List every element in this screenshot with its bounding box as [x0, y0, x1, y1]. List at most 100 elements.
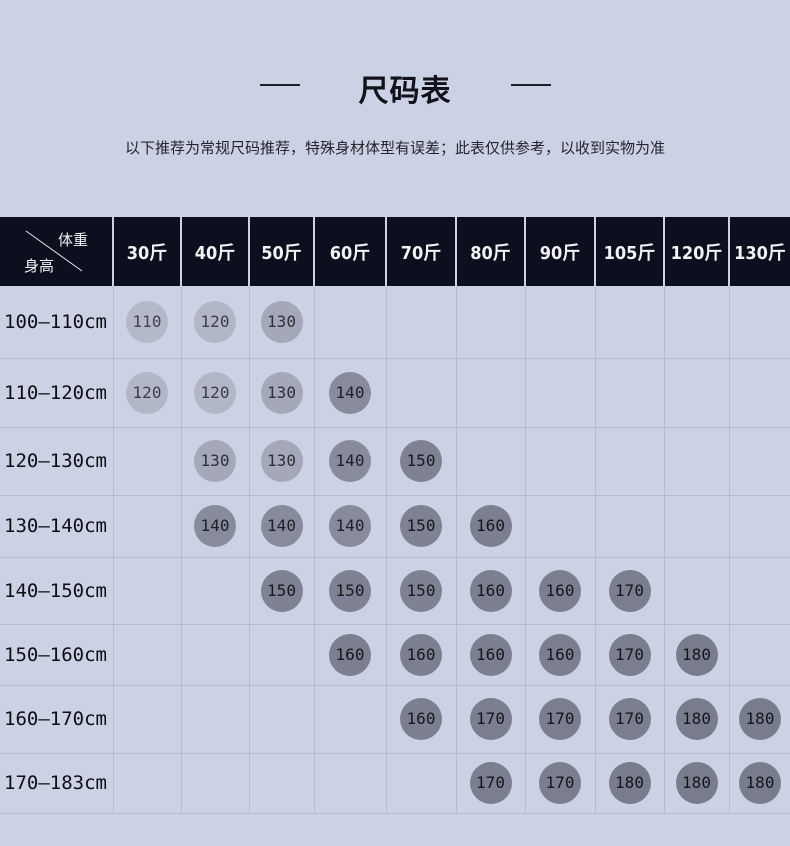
- height-range-label: 130—140cm: [0, 495, 114, 558]
- size-cell: 160: [456, 495, 526, 558]
- size-cell: [314, 286, 387, 359]
- size-badge: 160: [469, 569, 512, 612]
- table-row: 120—130cm 130 130 140 150: [0, 427, 790, 496]
- weight-header-3: 60斤: [314, 217, 387, 286]
- size-cell: 180: [595, 753, 665, 814]
- size-cell: [729, 495, 790, 558]
- size-cell: [181, 624, 250, 686]
- size-cell: [664, 286, 730, 359]
- height-axis-label: 身高: [24, 257, 55, 275]
- height-range-label: 100—110cm: [0, 286, 114, 359]
- size-badge: 170: [608, 698, 651, 740]
- size-badge: 170: [539, 762, 581, 804]
- size-cell: 160: [314, 624, 387, 686]
- weight-header-9: 130斤: [729, 217, 790, 286]
- size-cell: 130: [181, 427, 250, 496]
- size-cell: [249, 624, 315, 686]
- size-cell: [525, 358, 596, 428]
- weight-header-8: 120斤: [664, 217, 730, 286]
- size-cell: [113, 753, 182, 814]
- size-cell: 120: [113, 358, 182, 428]
- size-badge: 180: [675, 762, 718, 804]
- size-badge: 170: [469, 762, 512, 804]
- height-range-label: 150—160cm: [0, 624, 114, 686]
- size-cell: 140: [314, 495, 387, 558]
- size-cell: 180: [664, 685, 730, 754]
- size-badge: 170: [608, 633, 651, 676]
- corner-header: 体重 身高: [0, 217, 114, 286]
- size-cell: [729, 358, 790, 428]
- size-cell: 110: [113, 286, 182, 359]
- table-row: 150—160cm 160 160 160 160 170 180: [0, 624, 790, 686]
- size-badge: 140: [260, 505, 303, 547]
- size-cell: [181, 557, 250, 625]
- size-badge: 140: [329, 440, 371, 482]
- weight-axis-label: 体重: [57, 231, 88, 249]
- header-row: 体重 身高 30斤 40斤 50斤 60斤 70斤 80斤 90斤 105斤 120斤 130斤: [0, 217, 790, 286]
- size-badge: 170: [539, 698, 581, 740]
- size-badge: 180: [739, 698, 781, 740]
- size-cell: 170: [456, 685, 526, 754]
- weight-header-2: 50斤: [249, 217, 315, 286]
- size-cell: [113, 427, 182, 496]
- size-cell: 170: [595, 557, 665, 625]
- size-cell: [729, 286, 790, 359]
- size-cell: 120: [181, 286, 250, 359]
- height-range-label: 140—150cm: [0, 557, 114, 625]
- size-badge: 110: [126, 300, 168, 343]
- weight-header-6: 90斤: [525, 217, 596, 286]
- size-badge: 180: [608, 762, 651, 804]
- size-cell: 120: [181, 358, 250, 428]
- weight-header-1: 40斤: [181, 217, 250, 286]
- size-cell: [664, 358, 730, 428]
- size-cell: 170: [595, 685, 665, 754]
- size-cell: [664, 557, 730, 625]
- size-badge: 130: [260, 371, 303, 414]
- size-cell: [595, 495, 665, 558]
- size-badge: 150: [400, 569, 442, 612]
- page-title: 尺码表: [358, 74, 452, 109]
- size-badge: 160: [329, 633, 371, 676]
- size-badge: 140: [194, 505, 236, 547]
- title-block: 尺码表: [0, 60, 790, 120]
- table-row: 170—183cm 170 170 180 180 180: [0, 753, 790, 814]
- size-cell: [456, 286, 526, 359]
- size-badge: 160: [400, 633, 442, 676]
- table-row: 140—150cm 150 150 150 160 160 170: [0, 557, 790, 625]
- size-cell: [181, 753, 250, 814]
- size-badge: 160: [469, 633, 512, 676]
- size-cell: 140: [181, 495, 250, 558]
- size-badge: 180: [739, 762, 781, 804]
- size-cell: 150: [314, 557, 387, 625]
- size-cell: 130: [249, 358, 315, 428]
- size-cell: [525, 286, 596, 359]
- size-badge: 160: [539, 569, 581, 612]
- size-badge: 160: [469, 505, 512, 547]
- size-cell: [386, 753, 457, 814]
- size-cell: 160: [456, 557, 526, 625]
- size-badge: 150: [400, 505, 442, 547]
- title-decor-line-right: [511, 84, 551, 86]
- size-cell: 160: [525, 557, 596, 625]
- size-cell: [456, 358, 526, 428]
- size-cell: [249, 685, 315, 754]
- size-badge: 140: [329, 505, 371, 547]
- size-cell: [386, 358, 457, 428]
- size-cell: [113, 495, 182, 558]
- size-badge: 180: [675, 698, 718, 740]
- size-cell: [729, 557, 790, 625]
- size-cell: 150: [249, 557, 315, 625]
- table-row: 100—110cm 110 120 130: [0, 286, 790, 359]
- size-cell: 180: [664, 624, 730, 686]
- size-cell: 180: [664, 753, 730, 814]
- size-cell: [525, 495, 596, 558]
- size-cell: [249, 753, 315, 814]
- title-decor-line-left: [260, 84, 300, 86]
- size-badge: 150: [329, 569, 371, 612]
- size-chart-table: 体重 身高 30斤 40斤 50斤 60斤 70斤 80斤 90斤 105斤 120斤 130斤 …: [0, 217, 790, 814]
- size-cell: [595, 427, 665, 496]
- weight-header-0: 30斤: [113, 217, 182, 286]
- size-cell: 130: [249, 286, 315, 359]
- size-cell: 150: [386, 427, 457, 496]
- size-cell: 140: [314, 358, 387, 428]
